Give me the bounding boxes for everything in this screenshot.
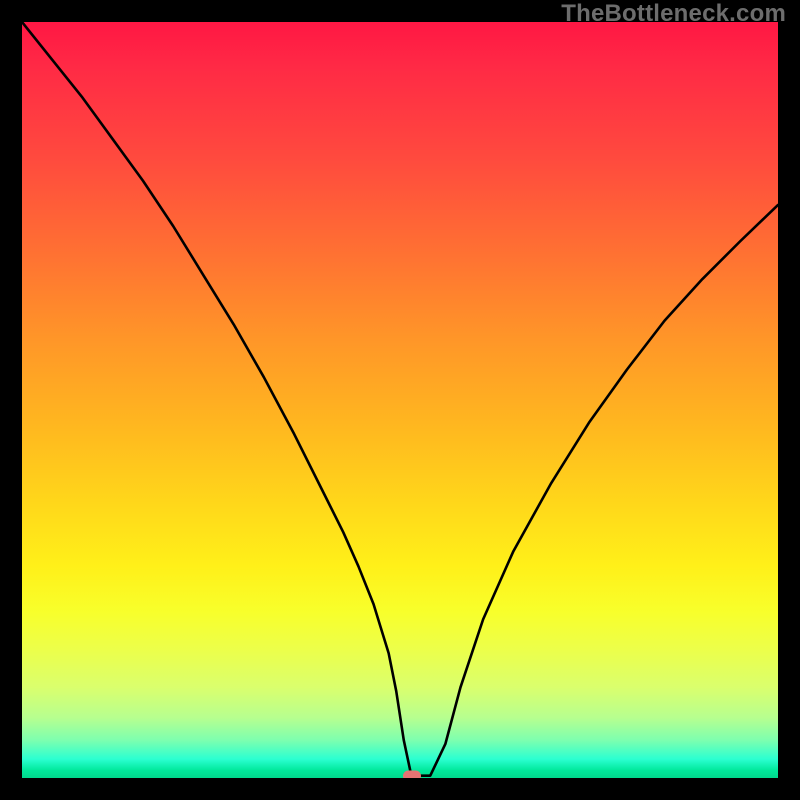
watermark-text: TheBottleneck.com	[561, 0, 786, 28]
chart-stage: TheBottleneck.com	[0, 0, 800, 800]
bottleneck-curve	[22, 22, 778, 776]
plot-frame	[22, 22, 778, 778]
optimal-point-marker	[403, 770, 421, 778]
curve-layer	[22, 22, 778, 778]
